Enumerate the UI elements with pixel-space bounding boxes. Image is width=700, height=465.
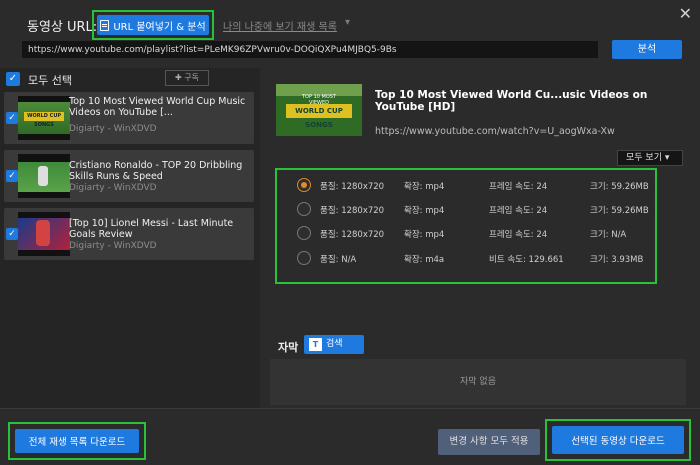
list-item[interactable]: ✓ [Top 10] Lionel Messi - Last Minute Go… bbox=[4, 208, 254, 260]
format-radio[interactable] bbox=[297, 251, 311, 265]
item-title: Cristiano Ronaldo - TOP 20 Dribbling Ski… bbox=[69, 160, 243, 182]
list-item[interactable]: ✓ WORLD CUP SONGS Top 10 Most Viewed Wor… bbox=[4, 92, 254, 144]
item-meta: Digiarty - WinXDVD bbox=[69, 124, 157, 134]
format-row[interactable]: 품질: 1280x720 확장: mp4 프레임 속도: 24 크기: N/A bbox=[289, 222, 649, 244]
close-icon[interactable]: ✕ bbox=[679, 4, 692, 23]
download-all-highlight: 전체 재생 목록 다운로드 bbox=[8, 422, 146, 460]
format-radio[interactable] bbox=[297, 202, 311, 216]
item-title: [Top 10] Lionel Messi - Last Minute Goal… bbox=[69, 218, 234, 240]
item-meta: Digiarty - WinXDVD bbox=[69, 241, 157, 251]
paste-button-highlight: URL 붙여넣기 & 분석 bbox=[92, 10, 214, 40]
video-thumbnail: WORLD CUP SONGS bbox=[18, 96, 70, 140]
format-row[interactable]: 품질: 1280x720 확장: mp4 프레임 속도: 24 크기: 59.2… bbox=[289, 198, 649, 220]
analyze-button[interactable]: 분석 bbox=[612, 40, 682, 59]
format-row[interactable]: 품질: N/A 확장: m4a 비트 속도: 129.661 크기: 3.93M… bbox=[289, 247, 649, 269]
video-thumbnail bbox=[18, 154, 70, 198]
apply-all-button[interactable]: 변경 사항 모두 적용 bbox=[438, 429, 540, 455]
download-playlist-button[interactable]: 전체 재생 목록 다운로드 bbox=[15, 429, 139, 453]
video-thumbnail-large: TOP 10 MOST VIEWED WORLD CUP SONGS bbox=[276, 84, 362, 136]
url-input[interactable] bbox=[22, 41, 598, 58]
download-selected-highlight: 선택된 동영상 다운로드 bbox=[545, 419, 691, 461]
format-radio[interactable] bbox=[297, 226, 311, 240]
list-item[interactable]: ✓ Cristiano Ronaldo - TOP 20 Dribbling S… bbox=[4, 150, 254, 202]
paste-analyze-label: URL 붙여넣기 & 분석 bbox=[113, 21, 206, 33]
select-all-checkbox[interactable]: ✓ bbox=[6, 72, 20, 86]
url-label: 동영상 URL: bbox=[27, 20, 98, 35]
subtitle-search-icon: T bbox=[309, 338, 322, 351]
video-url: https://www.youtube.com/watch?v=U_aogWxa… bbox=[375, 126, 615, 137]
item-checkbox[interactable]: ✓ bbox=[6, 170, 18, 182]
video-thumbnail bbox=[18, 212, 70, 256]
watch-later-playlist-link[interactable]: 나의 나중에 보기 재생 목록 bbox=[223, 18, 337, 33]
subtitle-list: 자막 없음 bbox=[270, 359, 686, 405]
paste-analyze-button[interactable]: URL 붙여넣기 & 분석 bbox=[97, 15, 209, 35]
download-selected-button[interactable]: 선택된 동영상 다운로드 bbox=[552, 426, 684, 454]
item-checkbox[interactable]: ✓ bbox=[6, 112, 18, 124]
subtitle-search-button[interactable]: T 검색 bbox=[304, 335, 364, 354]
chevron-down-icon[interactable]: ▾ bbox=[345, 17, 350, 28]
item-meta: Digiarty - WinXDVD bbox=[69, 183, 157, 193]
format-radio[interactable] bbox=[297, 178, 311, 192]
clipboard-icon bbox=[100, 19, 110, 31]
format-list: 품질: 1280x720 확장: mp4 프레임 속도: 24 크기: 59.2… bbox=[275, 168, 657, 284]
video-title: Top 10 Most Viewed World Cu...usic Video… bbox=[375, 89, 648, 113]
select-all-label: 모두 선택 bbox=[28, 74, 72, 87]
item-title: Top 10 Most Viewed World Cup Music Video… bbox=[69, 96, 246, 118]
subscribe-button[interactable]: ✚ 구독 bbox=[165, 70, 209, 86]
item-checkbox[interactable]: ✓ bbox=[6, 228, 18, 240]
subtitle-label: 자막 bbox=[278, 341, 299, 354]
format-row[interactable]: 품질: 1280x720 확장: mp4 프레임 속도: 24 크기: 59.2… bbox=[289, 174, 649, 196]
view-all-dropdown[interactable]: 모두 보기 ▾ bbox=[617, 150, 683, 166]
